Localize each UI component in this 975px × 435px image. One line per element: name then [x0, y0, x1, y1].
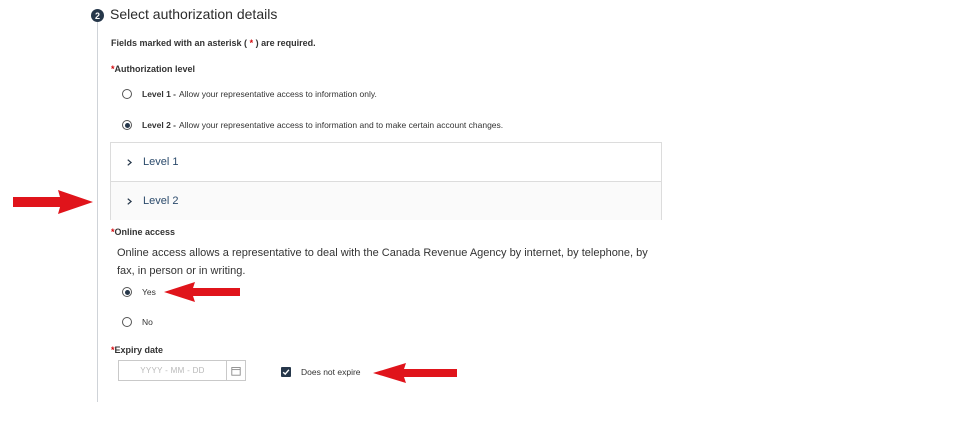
radio-level-2-text: Level 2 - Allow your representative acces… — [142, 120, 503, 130]
required-note-suffix: ) are required. — [253, 38, 316, 48]
step-title: Select authorization details — [110, 6, 278, 22]
calendar-icon — [231, 366, 241, 376]
level-details-accordion: Level 1 Level 2 — [110, 142, 662, 220]
expiry-date-label-text: Expiry date — [114, 345, 164, 355]
radio-option-level-2[interactable]: Level 2 - Allow your representative acces… — [122, 120, 503, 130]
radio-option-level-1[interactable]: Level 1 - Allow your representative acces… — [122, 89, 377, 99]
calendar-button[interactable] — [226, 361, 245, 380]
level-2-title: Level 2 - — [142, 120, 177, 130]
required-note-prefix: Fields marked with an asterisk ( — [111, 38, 250, 48]
red-arrow-icon — [373, 363, 457, 383]
radio-level-2[interactable] — [122, 120, 132, 130]
accordion-item-level-2[interactable]: Level 2 — [111, 181, 661, 220]
does-not-expire-label: Does not expire — [301, 367, 361, 377]
authorization-level-label-text: Authorization level — [114, 64, 196, 74]
radio-no-label: No — [142, 317, 153, 327]
expiry-date-label: *Expiry date — [111, 345, 163, 355]
radio-yes[interactable] — [122, 287, 132, 297]
accordion-item-label: Level 2 — [143, 195, 179, 207]
step-number-badge: 2 — [91, 9, 104, 22]
level-1-description: Allow your representative access to info… — [179, 89, 377, 99]
online-access-description: Online access allows a representative to… — [117, 247, 648, 277]
accordion-item-label: Level 1 — [143, 156, 179, 168]
red-arrow-icon — [164, 282, 240, 302]
level-2-description: Allow your representative access to info… — [179, 120, 504, 130]
radio-yes-label: Yes — [142, 287, 156, 297]
authorization-level-label: *Authorization level — [111, 64, 195, 74]
checkmark-icon — [282, 369, 290, 376]
accordion-item-level-1[interactable]: Level 1 — [111, 143, 661, 181]
required-fields-note: Fields marked with an asterisk ( * ) are… — [111, 38, 316, 48]
online-access-label: *Online access — [111, 227, 175, 237]
chevron-right-icon — [127, 158, 133, 166]
radio-no[interactable] — [122, 317, 132, 327]
chevron-right-icon — [127, 197, 133, 205]
does-not-expire-checkbox[interactable] — [281, 367, 291, 377]
online-access-label-text: Online access — [114, 227, 176, 237]
does-not-expire-option[interactable]: Does not expire — [281, 367, 361, 377]
radio-level-1-text: Level 1 - Allow your representative acces… — [142, 89, 377, 99]
radio-level-1[interactable] — [122, 89, 132, 99]
step-timeline-line — [97, 22, 98, 402]
level-1-title: Level 1 - — [142, 89, 177, 99]
red-arrow-icon — [13, 190, 93, 214]
radio-option-no[interactable]: No — [122, 317, 153, 327]
radio-option-yes[interactable]: Yes — [122, 287, 156, 297]
expiry-date-input[interactable]: YYYY - MM - DD — [118, 360, 246, 381]
expiry-date-placeholder: YYYY - MM - DD — [140, 366, 205, 375]
